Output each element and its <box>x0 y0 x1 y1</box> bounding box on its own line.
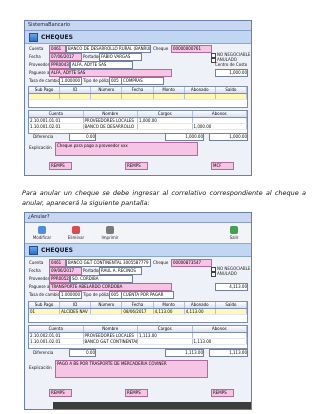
form-title: CHEQUES <box>41 33 73 41</box>
tipo-name-field[interactable]: CUENTA POR PAGAR <box>121 291 174 299</box>
label-fecha: Fecha <box>29 54 41 59</box>
hecho-por-field[interactable]: REMPS <box>49 389 72 397</box>
dialog-titlebar: ¿Anular? <box>25 213 251 223</box>
valor-field[interactable]: 1,000.00 <box>215 69 248 77</box>
total-cargos-field: 1,000.00 <box>165 133 204 141</box>
label-tasa: Tasa de cambio <box>29 292 60 297</box>
cheques-window-bottom: ¿Anular? Modificar Eliminar Imprimir Sal… <box>24 212 252 410</box>
taskbar-strip <box>53 402 251 409</box>
diferencia-field: 0.00 <box>69 133 96 141</box>
label-cuenta: Cuenta <box>29 46 44 51</box>
form-title: CHEQUES <box>41 246 73 254</box>
table-row[interactable]: 1.10.001.02.01 BANCO G&T CONTINENTAL 1,113… <box>29 339 247 345</box>
diferencia-field: 0.00 <box>69 349 96 357</box>
label-portador: Portador <box>83 268 101 273</box>
edit-icon <box>38 226 46 234</box>
label-cheque: Cheque <box>153 46 169 51</box>
pagueses-field[interactable]: ALFA, ADYTE SAS <box>49 69 172 77</box>
cheque-icon <box>29 245 38 255</box>
label-tasa: Tasa de cambio <box>29 78 60 83</box>
tasa-field[interactable]: 1.000000 <box>59 77 82 85</box>
portador-field[interactable]: RAUL A. RECINOS <box>99 267 142 275</box>
instruction-paragraph: Para anular un cheque se debe ingresar a… <box>22 189 306 207</box>
anulado-checkbox[interactable]: ANULADO <box>211 271 237 277</box>
table-row[interactable]: 1.10.001.02.01 BANCO DE DESARROLLO 1,000.0… <box>29 124 247 130</box>
form-header: CHEQUES <box>25 31 251 44</box>
label-portador: Portador <box>83 54 101 59</box>
label-diferencia: Diferencia <box>33 350 54 355</box>
label-fecha: Fecha <box>29 268 41 273</box>
label-tipo-poliza: Tipo de póliza <box>83 292 111 297</box>
pagos-grid-header: Sub Pago ID Número Fecha Monto Abonado Saldo <box>29 302 247 309</box>
printer-icon <box>106 226 114 234</box>
pagos-grid: Sub Pago ID Número Fecha Monto Abonado Saldo 0… <box>28 301 248 323</box>
pagos-grid: Sub Pago ID Número Fecha Monto Abonado Saldo <box>28 86 248 108</box>
total-cargos-field: 1,113.00 <box>165 349 204 357</box>
delete-icon <box>72 226 80 234</box>
label-explicacion: Explicación <box>29 145 52 150</box>
proveedor-code-field[interactable]: PPR0043 <box>49 61 70 69</box>
tasa-field[interactable]: 1.000000 <box>59 291 82 299</box>
form-header: CHEQUES <box>25 244 251 257</box>
cheque-number-field[interactable]: 00000000761 <box>171 45 212 53</box>
cheque-icon <box>29 32 38 42</box>
cuenta-name-field[interactable]: BANCO DE DESARROLLO RURAL (BANRURAL) <box>66 45 151 53</box>
revisado-por-field[interactable]: REMPS <box>125 389 148 397</box>
revisado-por-field[interactable]: REMPS <box>125 162 148 170</box>
cuenta-code-field[interactable]: 0461 <box>49 259 66 267</box>
autorizado-por-field[interactable]: MCF <box>211 162 234 170</box>
cuenta-code-field[interactable]: 0461 <box>49 45 66 53</box>
pagos-grid-header: Sub Pago ID Número Fecha Monto Abonado Saldo <box>29 87 247 94</box>
salir-button[interactable]: Salir <box>217 226 251 240</box>
label-proveedor: Proveedor <box>29 276 50 281</box>
proveedor-code-field[interactable]: PPR0052 <box>49 275 70 283</box>
label-pagueses: Paguese a <box>29 70 50 75</box>
exit-icon <box>230 226 238 234</box>
table-row[interactable] <box>29 94 247 100</box>
fecha-field[interactable]: 07/06/2017 <box>49 53 82 61</box>
explicacion-field[interactable]: Cheque para pago a proveedor xxx <box>55 142 198 156</box>
partida-grid-header: Cuenta Nombre Cargos Abonos <box>29 111 247 118</box>
valor-field[interactable]: 4,113.00 <box>215 283 248 291</box>
pagueses-field[interactable]: TRANSPORTE ABELARDO CORDOBA <box>49 283 172 291</box>
action-toolbar: Modificar Eliminar Imprimir Salir <box>25 223 251 244</box>
modificar-button[interactable]: Modificar <box>25 226 59 240</box>
window-titlebar: SistemaBancario <box>25 21 251 31</box>
eliminar-button[interactable]: Eliminar <box>59 226 93 240</box>
total-abonos-field: 1,113.00 <box>209 349 248 357</box>
cuenta-name-field[interactable]: BANCO G&T CONTINENTAL 3005587779 BANCO <box>66 259 151 267</box>
partida-grid: Cuenta Nombre Cargos Abonos 2.10.001.01.01 P… <box>28 110 248 134</box>
label-proveedor: Proveedor <box>29 62 50 67</box>
proveedor-name-field[interactable]: SO. CORDIBA <box>70 275 133 283</box>
total-abonos-field: 1,000.00 <box>209 133 248 141</box>
autorizado-por-field[interactable]: REMPS <box>211 389 234 397</box>
label-cuenta: Cuenta <box>29 260 44 265</box>
proveedor-name-field[interactable]: ALFA, ADYTE SAS <box>70 61 133 69</box>
label-tipo-poliza: Tipo de póliza <box>83 78 111 83</box>
explicacion-field[interactable]: PAGO A BS POR TRASPORTE DE MERCADERIA CO… <box>55 360 208 378</box>
portador-field[interactable]: FABIO VARGAS <box>99 53 142 61</box>
cheques-window-top: SistemaBancario CHEQUES Cuenta 0461 BANC… <box>24 20 252 176</box>
partida-grid-header: Cuenta Nombre Cargos Abonos <box>29 326 247 333</box>
cheque-number-field[interactable]: 00000873547 <box>171 259 212 267</box>
label-explicacion: Explicación <box>29 365 52 370</box>
centro-costo-label: Centro de Costo <box>215 62 248 67</box>
label-pagueses: Paguese a <box>29 284 50 289</box>
table-row[interactable]: 01 ALCIDES NAV 08/06/2017 4,113.00 4,113.00 <box>29 309 247 315</box>
hecho-por-field[interactable]: REMPS <box>49 162 72 170</box>
partida-grid: Cuenta Nombre Cargos Abonos 2.10.002.01.01 P… <box>28 325 248 349</box>
fecha-field[interactable]: 09/06/2017 <box>49 267 82 275</box>
label-cheque: Cheque <box>153 260 169 265</box>
label-diferencia: Diferencia <box>33 134 54 139</box>
checkbox-icon <box>211 271 216 277</box>
imprimir-button[interactable]: Imprimir <box>93 226 127 240</box>
tipo-name-field[interactable]: COMPRAS <box>121 77 164 85</box>
